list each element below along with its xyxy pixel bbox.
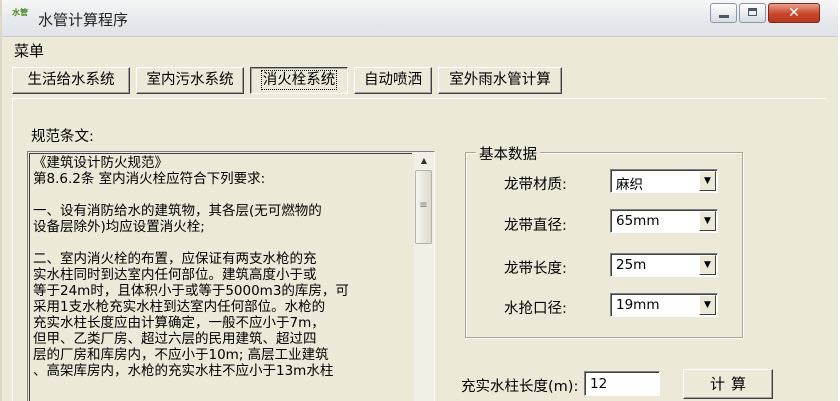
spec-line: 等于24m时，且体积小于或等于5000m3的库房，可 (33, 283, 349, 299)
tab-panel-hydrant: 规范条文: 《建筑设计防火规范》 第8.6.2条 室内消火栓应符合下列要求: 一… (12, 98, 826, 401)
chevron-down-icon[interactable]: ▼ (699, 295, 716, 315)
calculate-button[interactable]: 计算 (683, 369, 773, 399)
chevron-down-icon[interactable]: ▼ (699, 211, 716, 231)
menu-bar: 菜单 (2, 37, 838, 61)
hose-length-label: 龙带长度: (504, 261, 567, 277)
tab-hydrant-system[interactable]: 消火栓系统 (250, 67, 348, 94)
tab-label: 自动喷洒 (364, 72, 422, 88)
chevron-down-icon[interactable]: ▼ (699, 171, 716, 191)
nozzle-caliber-label: 水抢口径: (504, 301, 567, 317)
spec-line (33, 187, 409, 203)
spec-line: 充实水柱长度应由计算确定，一般不应小于7m， (33, 315, 325, 331)
spec-line: 二、室内消火栓的布置，应保证有两支水枪的充 (33, 251, 317, 267)
hose-material-select[interactable]: 麻织 ▼ (610, 169, 718, 193)
spec-line (33, 235, 409, 251)
spec-line: 第8.6.2条 室内消火栓应符合下列要求: (33, 171, 266, 187)
nozzle-caliber-select[interactable]: 19mm ▼ (610, 293, 718, 317)
tab-domestic-water[interactable]: 生活给水系统 (12, 67, 130, 94)
tab-label: 消火栓系统 (260, 70, 338, 90)
hose-length-value: 25m (616, 257, 647, 273)
close-button[interactable]: ✕ (768, 3, 820, 23)
hose-material-value: 麻织 (616, 177, 643, 193)
spec-label: 规范条文: (31, 129, 94, 145)
spec-line: 、高架库房内，水枪的充实水柱不应小于13m水柱 (33, 363, 334, 379)
tab-strip: 生活给水系统 室内污水系统 消火栓系统 自动喷洒 室外雨水管计算 (2, 62, 838, 98)
hose-material-label: 龙带材质: (504, 177, 567, 193)
tab-label: 室外雨水管计算 (449, 72, 551, 88)
basic-data-title: 基本数据 (476, 143, 540, 164)
water-column-length-label: 充实水柱长度(m): (461, 379, 579, 395)
tab-sprinkler[interactable]: 自动喷洒 (354, 67, 432, 94)
chevron-down-icon[interactable]: ▼ (699, 255, 716, 275)
nozzle-caliber-value: 19mm (616, 297, 660, 313)
spec-line: 设备层除外)均应设置消火栓; (33, 219, 205, 235)
tab-indoor-sewage[interactable]: 室内污水系统 (136, 67, 244, 94)
hose-length-select[interactable]: 25m ▼ (610, 253, 718, 277)
close-icon: ✕ (788, 5, 800, 21)
scroll-up-arrow-icon[interactable]: ▲ (414, 152, 434, 170)
hose-diameter-value: 65mm (616, 213, 660, 229)
tab-label: 生活给水系统 (27, 72, 115, 88)
spec-scrollbar[interactable]: ▲ ≡ (414, 152, 434, 401)
tab-outdoor-rainwater[interactable]: 室外雨水管计算 (438, 67, 562, 94)
spec-text[interactable]: 《建筑设计防火规范》 第8.6.2条 室内消火栓应符合下列要求: 一、设有消防给… (29, 153, 412, 401)
tab-label: 室内污水系统 (146, 72, 234, 88)
minimize-button[interactable] (710, 3, 737, 23)
spec-line: 层的厂房和库房内，不应小于10m; 高层工业建筑 (33, 347, 329, 363)
spec-line: 实水柱同时到达室内任何部位。建筑高度小于或 (33, 267, 317, 283)
scroll-thumb[interactable]: ≡ (415, 170, 432, 244)
maximize-button[interactable] (739, 3, 766, 23)
window-title: 水管计算程序 (38, 11, 129, 29)
app-window: 水管 水管计算程序 ✕ 菜单 生活给水系统 室内污水系统 消火栓系统 自动喷洒 … (0, 0, 838, 401)
maximize-icon (748, 8, 757, 16)
spec-line: 《建筑设计防火规范》 (33, 155, 168, 171)
title-bar[interactable]: 水管 水管计算程序 ✕ (2, 0, 838, 37)
spec-line: 但甲、乙类厂房、超过六层的民用建筑、超过四 (33, 331, 317, 347)
hose-diameter-label: 龙带直径: (504, 218, 567, 234)
spec-line: 采用1支水枪充实水柱到达室内任何部位。水枪的 (33, 299, 326, 315)
spec-line: 一、设有消防给水的建筑物，其各层(无可燃物的 (33, 203, 322, 219)
menu-item-main[interactable]: 菜单 (14, 40, 44, 61)
spec-textarea[interactable]: 《建筑设计防火规范》 第8.6.2条 室内消火栓应符合下列要求: 一、设有消防给… (27, 151, 435, 401)
water-column-length-input[interactable] (584, 371, 660, 396)
minimize-icon (719, 15, 729, 18)
basic-data-group: 基本数据 龙带材质: 麻织 ▼ 龙带直径: 65mm ▼ 龙带长度: 25m ▼… (465, 143, 743, 338)
hose-diameter-select[interactable]: 65mm ▼ (610, 209, 718, 233)
app-icon: 水管 (12, 8, 28, 17)
